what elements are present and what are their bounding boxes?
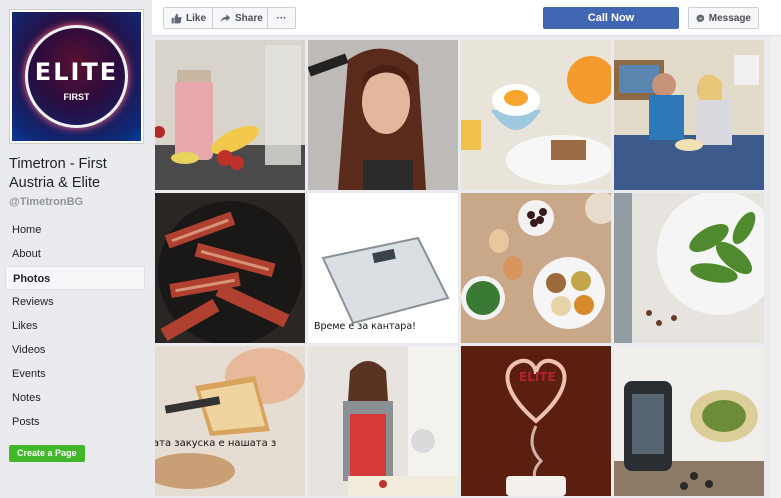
page-scrollbar[interactable] [771, 36, 781, 498]
smoothie-image [155, 40, 305, 190]
share-label: Share [235, 12, 263, 24]
scale-caption: Време е за кантара! [314, 321, 416, 332]
thumbs-up-icon [171, 13, 182, 23]
nav-item-about[interactable]: About [5, 242, 145, 266]
nav-item-posts[interactable]: Posts [5, 410, 145, 434]
toast-image [155, 346, 305, 496]
page-handle[interactable]: @TimetronBG [9, 196, 83, 208]
nav-item-likes[interactable]: Likes [5, 314, 145, 338]
photo-egg-breakfast[interactable] [461, 40, 611, 190]
couple-sofa-image [614, 40, 764, 190]
nav-item-events[interactable]: Events [5, 362, 145, 386]
nav-item-notes[interactable]: Notes [5, 386, 145, 410]
woman-cooking-image [308, 346, 458, 496]
photo-woman-hair[interactable] [308, 40, 458, 190]
breakfast-caption: ата закуска е нашата з [155, 438, 277, 449]
ellipsis-icon: ··· [276, 12, 287, 24]
left-sidebar: ELITE FIRST Timetron - First Austria & E… [0, 0, 152, 498]
page-nav: Home About Photos Reviews Likes Videos E… [5, 218, 145, 434]
page-action-bar: Like Share ··· Call Now Message [152, 0, 781, 36]
woman-portrait-image [308, 40, 458, 190]
share-arrow-icon [220, 13, 231, 23]
page-title[interactable]: Timetron - First Austria & Elite [9, 155, 149, 193]
elite-logo: ELITE FIRST [12, 12, 141, 141]
egg-breakfast-image [461, 40, 611, 190]
healthy-ingredients-image [461, 193, 611, 343]
message-label: Message [708, 12, 751, 24]
photo-kettle-tea[interactable] [614, 346, 764, 496]
photo-grid: Време е за кантара! ата закуска е нашата… [155, 40, 767, 498]
nav-item-videos[interactable]: Videos [5, 338, 145, 362]
nav-item-home[interactable]: Home [5, 218, 145, 242]
create-page-button[interactable]: Create a Page [9, 445, 85, 462]
photo-healthy-ingredients[interactable] [461, 193, 611, 343]
page-profile-picture[interactable]: ELITE FIRST [9, 9, 144, 144]
photo-coffee-heart[interactable]: ELITE [461, 346, 611, 496]
photo-smoothie[interactable] [155, 40, 305, 190]
logo-elite-text: ELITE [34, 58, 119, 86]
coffee-heart-image [461, 346, 611, 496]
more-options-button[interactable]: ··· [267, 7, 296, 29]
photo-toast[interactable]: ата закуска е нашата з [155, 346, 305, 496]
bacon-pan-image [155, 193, 305, 343]
like-button[interactable]: Like [163, 7, 215, 29]
kettle-tea-image [614, 346, 764, 496]
photo-bacon-pan[interactable] [155, 193, 305, 343]
call-now-button[interactable]: Call Now [543, 7, 679, 29]
messenger-icon [696, 14, 705, 22]
photo-couple-sofa[interactable] [614, 40, 764, 190]
photo-salad[interactable] [614, 193, 764, 343]
share-button[interactable]: Share [212, 7, 271, 29]
like-label: Like [186, 12, 207, 24]
salad-image [614, 193, 764, 343]
photo-woman-cooking[interactable] [308, 346, 458, 496]
nav-item-photos[interactable]: Photos [5, 266, 145, 290]
photo-bathroom-scale[interactable]: Време е за кантара! [308, 193, 458, 343]
coffee-logo-text: ELITE [519, 370, 556, 384]
logo-first-text: FIRST [63, 92, 90, 102]
message-button[interactable]: Message [688, 7, 759, 29]
nav-item-reviews[interactable]: Reviews [5, 290, 145, 314]
